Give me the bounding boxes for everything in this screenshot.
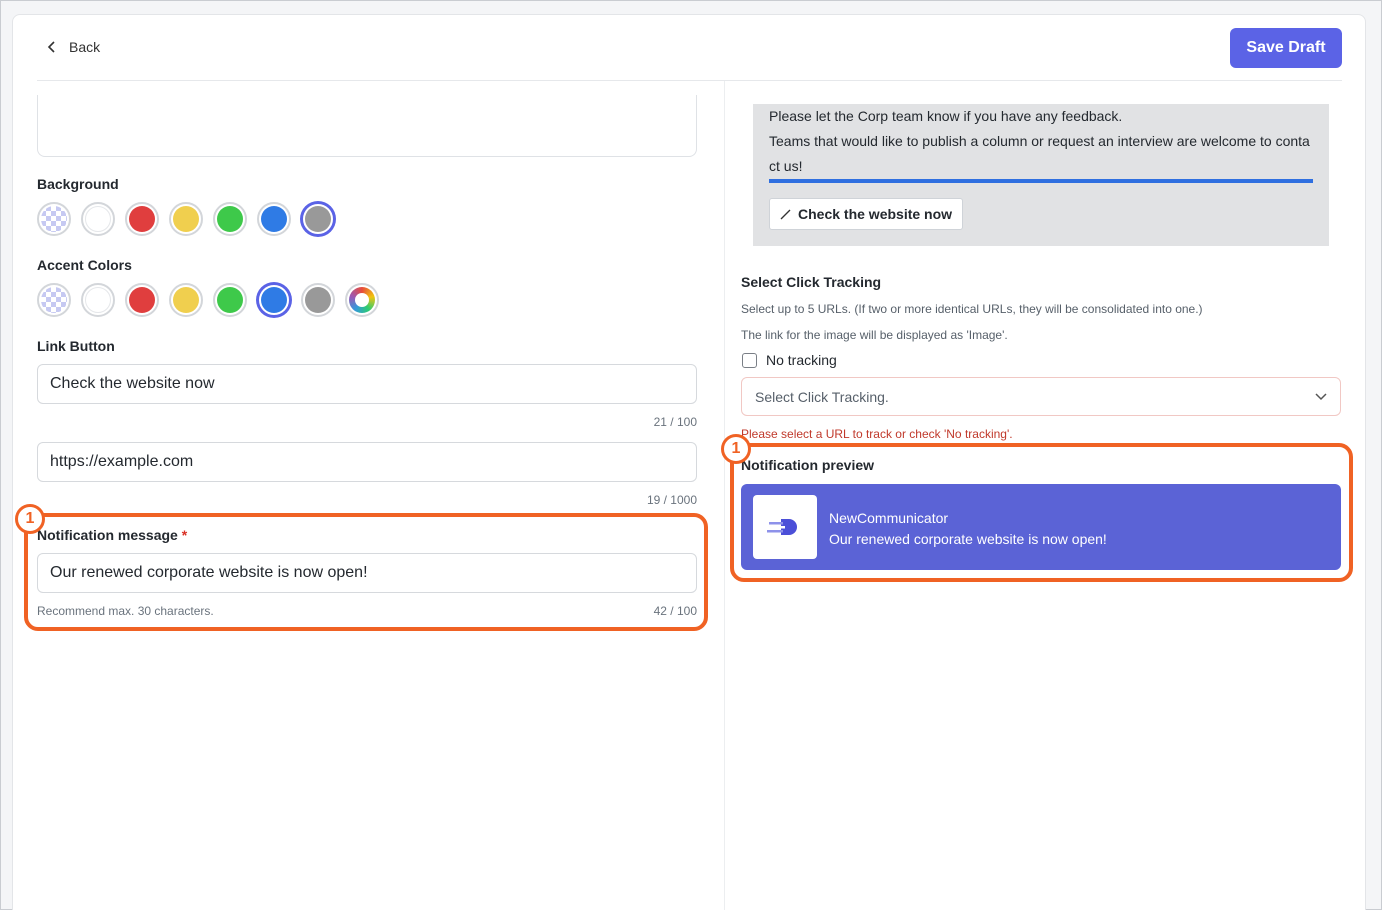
accent-color-swatch[interactable] xyxy=(213,283,247,317)
accent-color-swatch[interactable] xyxy=(81,283,115,317)
back-button[interactable]: Back xyxy=(47,39,100,55)
link-url-counter: 19 / 1000 xyxy=(646,493,697,507)
preview-divider-bar xyxy=(769,179,1313,183)
color-picker-button[interactable] xyxy=(345,283,379,317)
link-url-input[interactable] xyxy=(37,442,697,482)
back-label: Back xyxy=(69,39,101,55)
background-color-swatch[interactable] xyxy=(81,202,115,236)
accent-color-swatch-dot xyxy=(85,287,111,313)
background-color-swatch-dot xyxy=(41,206,67,232)
accent-color-swatch[interactable] xyxy=(125,283,159,317)
background-color-swatch-dot xyxy=(129,206,155,232)
callout-badge-right: 1 xyxy=(721,434,751,464)
accent-swatches xyxy=(37,283,379,317)
accent-color-swatch[interactable] xyxy=(37,283,71,317)
accent-color-swatch[interactable] xyxy=(257,283,291,317)
link-text-input[interactable] xyxy=(37,364,697,404)
chevron-down-icon xyxy=(1315,392,1327,400)
background-color-swatch-dot xyxy=(173,206,199,232)
preview-link-button[interactable]: Check the website now xyxy=(769,198,964,230)
accent-color-swatch-dot xyxy=(305,287,331,313)
click-tracking-error: Please select a URL to track or check 'N… xyxy=(741,427,1013,441)
column-divider xyxy=(724,81,725,910)
chevron-left-icon xyxy=(47,41,55,53)
background-color-swatch[interactable] xyxy=(301,202,335,236)
background-color-swatch-dot xyxy=(217,206,243,232)
background-label: Background xyxy=(37,176,119,192)
click-tracking-select-placeholder: Select Click Tracking. xyxy=(755,388,889,405)
click-tracking-hint-2: The link for the image will be displayed… xyxy=(741,328,1008,342)
background-color-swatch-dot xyxy=(85,206,111,232)
background-color-swatch-dot xyxy=(261,206,287,232)
background-color-swatch[interactable] xyxy=(169,202,203,236)
palette-icon-center xyxy=(355,293,369,307)
accent-color-swatch-dot xyxy=(261,287,287,313)
header: Back Save Draft xyxy=(37,15,1342,81)
click-tracking-label: Select Click Tracking xyxy=(741,274,882,290)
accent-color-swatch[interactable] xyxy=(301,283,335,317)
preview-line-2: Teams that would like to publish a colum… xyxy=(769,133,1310,149)
accent-color-swatch[interactable] xyxy=(169,283,203,317)
background-color-swatch[interactable] xyxy=(37,202,71,236)
preview-link-button-label: Check the website now xyxy=(798,206,953,222)
background-swatches xyxy=(37,202,335,236)
click-tracking-hint-1: Select up to 5 URLs. (If two or more ide… xyxy=(741,302,1203,316)
save-draft-button[interactable]: Save Draft xyxy=(1230,28,1342,68)
highlight-frame-left xyxy=(24,513,708,631)
no-tracking-checkbox[interactable]: No tracking xyxy=(742,352,837,368)
accent-colors-label: Accent Colors xyxy=(37,257,132,273)
background-color-swatch-dot xyxy=(305,206,331,232)
accent-color-swatch-dot xyxy=(173,287,199,313)
background-color-swatch[interactable] xyxy=(125,202,159,236)
checkbox-box[interactable] xyxy=(742,352,757,368)
accent-color-swatch-dot xyxy=(129,287,155,313)
preview-line-1: Please let the Corp team know if you hav… xyxy=(769,108,1123,124)
background-color-swatch[interactable] xyxy=(213,202,247,236)
no-tracking-label: No tracking xyxy=(766,352,837,368)
callout-badge-left: 1 xyxy=(15,504,45,534)
accent-color-swatch-dot xyxy=(41,287,67,313)
pencil-icon xyxy=(780,209,791,220)
highlight-frame-right xyxy=(730,443,1353,582)
link-text-counter: 21 / 100 xyxy=(653,415,697,429)
content-preview: Please let the Corp team know if you hav… xyxy=(753,104,1329,246)
editor-card: Back Save Draft Background Accent Colors… xyxy=(12,14,1366,910)
background-color-swatch[interactable] xyxy=(257,202,291,236)
preview-line-3: ct us! xyxy=(769,158,803,174)
accent-color-swatch-dot xyxy=(217,287,243,313)
click-tracking-select[interactable]: Select Click Tracking. xyxy=(741,377,1341,416)
link-button-label: Link Button xyxy=(37,338,115,354)
palette-icon xyxy=(349,287,375,313)
body-textarea[interactable] xyxy=(37,95,697,157)
